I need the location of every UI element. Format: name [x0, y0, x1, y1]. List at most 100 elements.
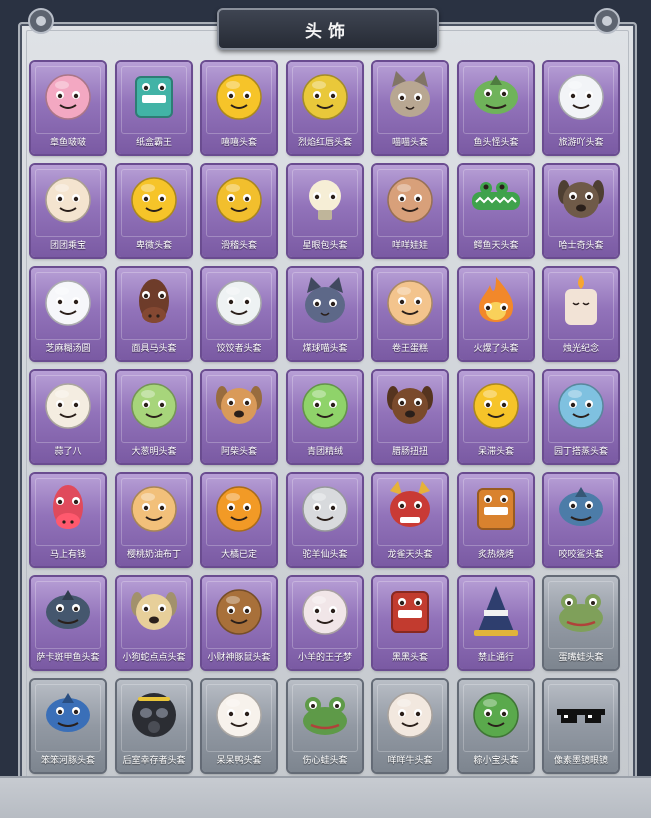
- headwear-item-label: 蛋嘴蛙头套: [558, 653, 604, 663]
- headwear-item-label: 咬咬鲨头套: [558, 550, 604, 560]
- yellow-electric-mouse-sunglasses-icon: [302, 74, 348, 120]
- headwear-item[interactable]: 园丁搭蒸头套: [544, 371, 618, 463]
- frog-icon: [559, 594, 603, 632]
- cow-icon: [387, 692, 433, 738]
- fire-spirit-icon: [479, 277, 514, 322]
- headwear-item[interactable]: 咬咬鲨头套: [544, 474, 618, 566]
- headwear-item[interactable]: 卑微头套: [117, 165, 191, 257]
- headwear-item[interactable]: 团团乘宝: [31, 165, 105, 257]
- ornament-icon: [28, 8, 54, 34]
- dazed-emoji-icon: [473, 383, 519, 429]
- blue-fish-bee-icon: [558, 383, 604, 429]
- headwear-item[interactable]: 腊肠扭扭: [373, 371, 447, 463]
- duck-icon: [216, 692, 262, 738]
- bok-choy-icon: [131, 383, 177, 429]
- headwear-item[interactable]: 黑黑头套: [373, 577, 447, 669]
- candle-icon: [565, 275, 597, 325]
- blue-pufferfish-icon: [46, 693, 90, 732]
- headwear-item[interactable]: 蒜了八: [31, 371, 105, 463]
- crocodile-icon: [472, 182, 520, 210]
- headwear-item[interactable]: 阿柴头套: [202, 371, 276, 463]
- headwear-item[interactable]: 星眼包头套: [288, 165, 362, 257]
- headwear-item[interactable]: 鳄鱼天头套: [459, 165, 533, 257]
- headwear-item-label: 纸盒霸王: [135, 138, 172, 148]
- headwear-item[interactable]: 龙雀天头套: [373, 474, 447, 566]
- sad-frog-icon: [303, 697, 347, 735]
- headwear-item[interactable]: 炙热烧烤: [459, 474, 533, 566]
- green-fish-head-icon: [474, 75, 518, 114]
- headwear-item[interactable]: 烈焰红唇头套: [288, 62, 362, 154]
- catfish-icon: [46, 590, 90, 629]
- headwear-item[interactable]: 煤球喵头套: [288, 268, 362, 360]
- headwear-item-label: 火爆了头套: [473, 344, 519, 354]
- headwear-item-label: 嘻嘻头套: [220, 138, 257, 148]
- headwear-item-label: 星眼包头套: [302, 241, 348, 251]
- headwear-item[interactable]: 大橘已定: [202, 474, 276, 566]
- headwear-item[interactable]: 大葱明头套: [117, 371, 191, 463]
- tabby-cat-icon: [390, 71, 430, 117]
- headwear-item[interactable]: 后室幸存者头套: [117, 680, 191, 772]
- headwear-item[interactable]: 饺饺者头套: [202, 268, 276, 360]
- headwear-item-label: 呆呆鸭头套: [216, 756, 262, 766]
- headwear-item-label: 阿柴头套: [220, 447, 257, 457]
- headwear-item[interactable]: 驼羊仙头套: [288, 474, 362, 566]
- headwear-item[interactable]: 咩咩娃娃: [373, 165, 447, 257]
- headwear-item-label: 呆滞头套: [477, 447, 514, 457]
- headwear-item[interactable]: 鱼头怪头套: [459, 62, 533, 154]
- husky-sunglasses-icon: [558, 180, 604, 218]
- garlic-icon: [45, 383, 91, 429]
- headwear-item-label: 粽小宝头套: [473, 756, 519, 766]
- headwear-item[interactable]: 喵喵头套: [373, 62, 447, 154]
- roll-cake-icon: [387, 280, 433, 326]
- girl-doll-icon: [387, 177, 433, 223]
- headwear-item-label: 伤心蛙头套: [302, 756, 348, 766]
- headwear-item[interactable]: 马上有钱: [31, 474, 105, 566]
- headwear-item-label: 卑微头套: [135, 241, 172, 251]
- headwear-item[interactable]: 烛光纪念: [544, 268, 618, 360]
- headwear-item-label: 喵喵头套: [391, 138, 428, 148]
- pudding-icon: [131, 486, 177, 532]
- headwear-item[interactable]: 滑稽头套: [202, 165, 276, 257]
- headwear-item[interactable]: 小财神豚鼠头套: [202, 577, 276, 669]
- headwear-item-label: 芝麻糊汤圆: [45, 344, 91, 354]
- headwear-item-label: 炙热烧烤: [477, 550, 514, 560]
- headwear-item[interactable]: 萨卡斑甲鱼头套: [31, 577, 105, 669]
- headwear-item[interactable]: 卷王蛋糕: [373, 268, 447, 360]
- headwear-item[interactable]: 章鱼啵啵: [31, 62, 105, 154]
- headwear-item[interactable]: 蛋嘴蛙头套: [544, 577, 618, 669]
- headwear-item[interactable]: 小狗蛇点点头套: [117, 577, 191, 669]
- headwear-item[interactable]: 笨笨河豚头套: [31, 680, 105, 772]
- headwear-item[interactable]: 呆滞头套: [459, 371, 533, 463]
- capybara-icon: [216, 589, 262, 635]
- headwear-item[interactable]: 樱桃奶油布丁: [117, 474, 191, 566]
- headwear-item-label: 蒜了八: [54, 447, 82, 457]
- headwear-item[interactable]: 旅游吖头套: [544, 62, 618, 154]
- headwear-item-label: 禁止通行: [477, 653, 514, 663]
- headwear-item[interactable]: 像素墨镜眼镜: [544, 680, 618, 772]
- sly-emoji-icon: [216, 177, 262, 223]
- headwear-item[interactable]: 伤心蛙头套: [288, 680, 362, 772]
- headwear-item-label: 咩咩牛头套: [387, 756, 433, 766]
- headwear-item-label: 烛光纪念: [562, 344, 599, 354]
- headwear-item[interactable]: 哈士奇头套: [544, 165, 618, 257]
- headwear-item[interactable]: 面具马头套: [117, 268, 191, 360]
- headwear-item-label: 滑稽头套: [220, 241, 257, 251]
- grinning-emoji-icon: [216, 74, 262, 120]
- headwear-item[interactable]: 火爆了头套: [459, 268, 533, 360]
- headwear-item[interactable]: 咩咩牛头套: [373, 680, 447, 772]
- headwear-item[interactable]: 青团精绒: [288, 371, 362, 463]
- shiba-dog-icon: [216, 386, 262, 424]
- dachshund-icon: [387, 386, 433, 424]
- panel-title: 头饰: [217, 8, 439, 50]
- headwear-item[interactable]: 芝麻糊汤圆: [31, 268, 105, 360]
- headwear-item[interactable]: 小羊的王子梦: [288, 577, 362, 669]
- headwear-item[interactable]: 纸盒霸王: [117, 62, 191, 154]
- headwear-item[interactable]: 粽小宝头套: [459, 680, 533, 772]
- headwear-item[interactable]: 呆呆鸭头套: [202, 680, 276, 772]
- headwear-item[interactable]: 禁止通行: [459, 577, 533, 669]
- headwear-item-label: 大葱明头套: [131, 447, 177, 457]
- headwear-item[interactable]: 嘻嘻头套: [202, 62, 276, 154]
- grey-cat-icon: [305, 277, 345, 323]
- sheep-crown-icon: [302, 589, 348, 635]
- box-dinosaur-icon: [135, 76, 173, 118]
